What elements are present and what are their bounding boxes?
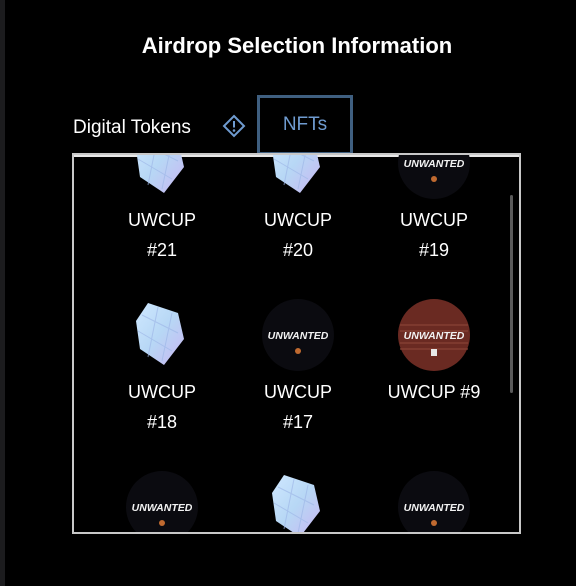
nft-name: UWCUP — [400, 210, 468, 230]
nft-thumbnail[interactable]: UNWANTED — [126, 471, 198, 532]
nft-thumbnail[interactable]: UNWANTED — [398, 155, 470, 199]
nft-grid: UWCUP #21 UWCUP #20 UNWANTED UWCUP #19 UWCUP #18… — [74, 155, 519, 532]
nft-number: #18 — [146, 412, 178, 432]
nft-name: UWCUP — [264, 210, 332, 230]
nft-thumbnail[interactable]: UNWANTED — [398, 299, 470, 371]
nft-number: #21 — [146, 240, 178, 260]
nft-name: UWCUP #9 — [387, 382, 481, 402]
unwanted-logo-text: UNWANTED — [404, 158, 465, 170]
info-diamond-icon[interactable] — [222, 114, 246, 138]
unwanted-logo-text: UNWANTED — [404, 502, 465, 514]
nft-name: UWCUP — [128, 210, 196, 230]
nft-thumbnail[interactable] — [126, 155, 198, 199]
tab-digital-tokens[interactable]: Digital Tokens — [73, 117, 191, 139]
nft-grid-panel[interactable]: UWCUP #21 UWCUP #20 UNWANTED UWCUP #19 UWCUP #18… — [72, 153, 521, 534]
nft-number: #19 — [418, 240, 450, 260]
tab-bar: Digital Tokens NFTs — [0, 95, 576, 155]
nft-number: #20 — [282, 240, 314, 260]
nft-thumbnail[interactable] — [262, 155, 334, 199]
nft-number: #17 — [282, 412, 314, 432]
nft-thumbnail[interactable] — [126, 299, 198, 371]
modal-title: Airdrop Selection Information — [141, 33, 453, 58]
nft-thumbnail[interactable]: UNWANTED — [262, 299, 334, 371]
unwanted-logo-text: UNWANTED — [132, 502, 193, 514]
unwanted-logo-text: UNWANTED — [268, 330, 329, 342]
nft-thumbnail[interactable]: UNWANTED — [398, 471, 470, 532]
nft-name: UWCUP — [264, 382, 332, 402]
window-left-edge — [0, 0, 5, 586]
tab-nfts[interactable]: NFTs — [257, 95, 353, 155]
unwanted-logo-text: UNWANTED — [404, 330, 465, 342]
nft-thumbnail[interactable] — [262, 471, 334, 532]
nft-name: UWCUP — [128, 382, 196, 402]
scrollbar[interactable] — [510, 195, 513, 393]
